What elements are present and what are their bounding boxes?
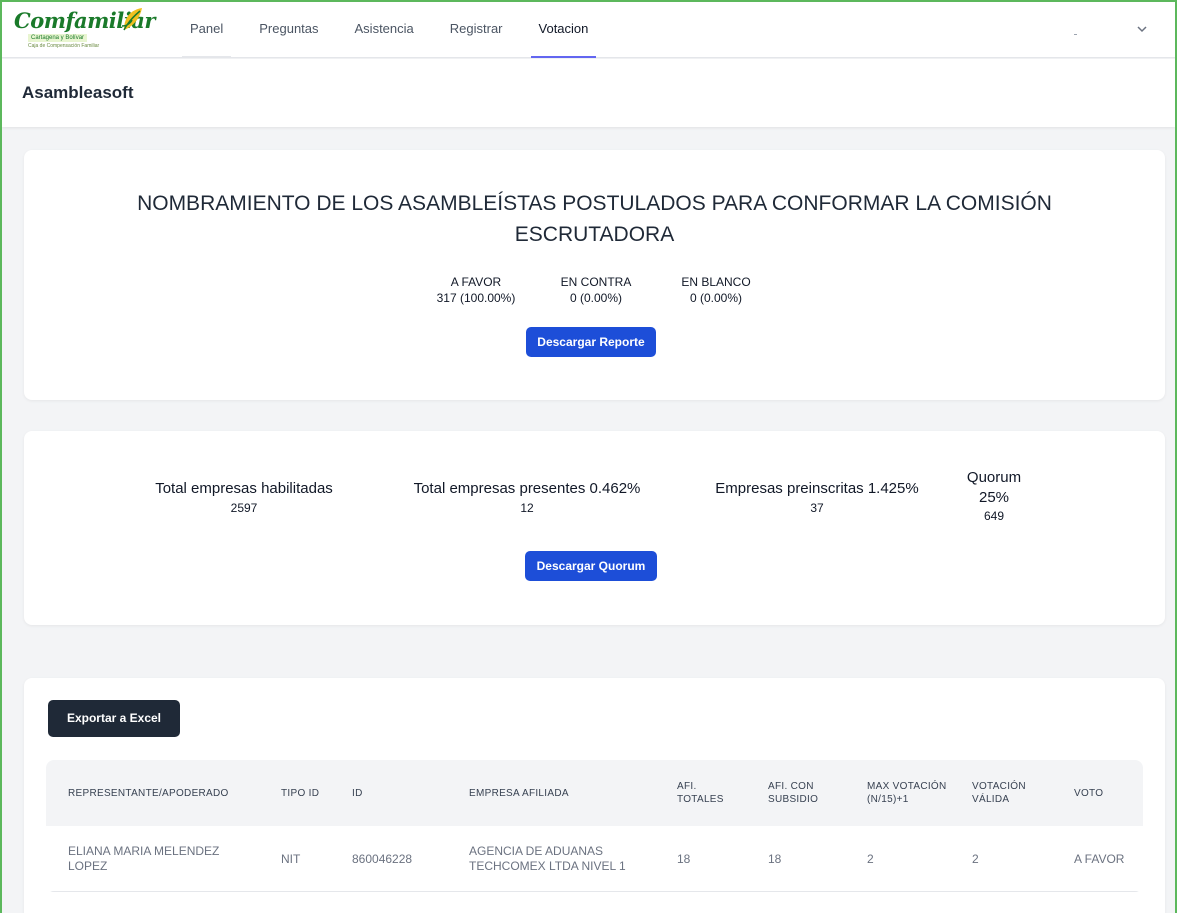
nav-item-label: Asistencia [354, 21, 414, 36]
stat-label: Total empresas habilitadas [155, 480, 333, 497]
nav-item-votacion[interactable]: Votacion [521, 2, 607, 58]
question-title: NOMBRAMIENTO DE LOS ASAMBLEÍSTAS POSTULA… [137, 192, 1052, 246]
nav-active-underline [530, 56, 597, 58]
logo-tagline: Caja de Compensación Familiar [28, 43, 100, 49]
quorum-label: Quorum [966, 469, 1022, 486]
stat-value: 12 [520, 501, 534, 515]
user-menu-placeholder [1074, 34, 1077, 35]
stat-empresas-preinscritas: Empresas preinscritas 1.425% 37 [692, 480, 942, 515]
stat-empresas-habilitadas: Total empresas habilitadas 2597 [134, 480, 354, 515]
download-report-button[interactable]: Descargar Reporte [526, 327, 656, 357]
nav-item-preguntas[interactable]: Preguntas [241, 2, 336, 58]
quorum-percent: 25% [978, 489, 1010, 506]
question-result-card: NOMBRAMIENTO DE LOS ASAMBLEÍSTAS POSTULA… [24, 150, 1165, 400]
result-a-favor: A FAVOR 317 (100.00%) [416, 274, 536, 306]
result-label: EN BLANCO [681, 275, 751, 289]
nav-item-label: Panel [190, 21, 224, 36]
stat-empresas-presentes: Total empresas presentes 0.462% 12 [387, 480, 667, 515]
stat-value: 2597 [230, 501, 258, 515]
chevron-down-icon[interactable] [1135, 22, 1149, 36]
cell-id: 860046228 [352, 851, 413, 866]
export-excel-button[interactable]: Exportar a Excel [48, 700, 180, 737]
quorum-card: Total empresas habilitadas 2597 Total em… [24, 431, 1165, 625]
nav-links: Panel Preguntas Asistencia Registrar Vot… [172, 2, 606, 58]
page-title: Asambleasoft [22, 83, 134, 102]
nav-item-label: Preguntas [259, 21, 319, 36]
column-header: REPRESENTANTE/APODERADO [68, 787, 229, 799]
nav-item-label: Registrar [449, 21, 503, 36]
nav-underline [182, 56, 232, 58]
stat-label: Empresas preinscritas 1.425% [715, 480, 919, 497]
column-header: VOTACIÓN VÁLIDA [972, 781, 1026, 805]
votes-table: REPRESENTANTE/APODERADO TIPO ID ID EMPRE… [46, 760, 1143, 892]
column-header: ID [352, 787, 363, 799]
cell-afi-totales: 18 [677, 851, 691, 866]
cell-max-votacion: 2 [867, 851, 874, 866]
column-header: EMPRESA AFILIADA [469, 787, 569, 799]
nav-item-panel[interactable]: Panel [172, 2, 241, 58]
download-quorum-button[interactable]: Descargar Quorum [525, 551, 657, 581]
nav-item-asistencia[interactable]: Asistencia [337, 2, 432, 58]
logo-subtitle: Cartagena y Bolívar [28, 34, 88, 42]
cell-voto: A FAVOR [1074, 851, 1125, 866]
cell-votacion-valida: 2 [972, 851, 979, 866]
column-header: AFI. CON SUBSIDIO [768, 781, 819, 805]
cell-tipo-id: NIT [281, 851, 301, 866]
column-header: MAX VOTACIÓN (N/15)+1 [867, 781, 947, 805]
column-header: TIPO ID [281, 787, 320, 799]
stat-value: 37 [810, 501, 824, 515]
app-frame: Comfamiliar Cartagena y Bolívar Caja de … [0, 0, 1177, 913]
stat-quorum: Quorum 25% 649 [954, 469, 1034, 523]
result-label: A FAVOR [450, 275, 502, 289]
quorum-value: 649 [983, 509, 1005, 523]
table-row[interactable]: ELIANA MARIA MELENDEZ LOPEZ NIT 86004622… [46, 826, 1143, 892]
result-value: 0 (0.00%) [569, 291, 623, 305]
votes-table-card: Exportar a Excel REPRESENTANTE/APODERADO… [24, 678, 1165, 913]
table-header: REPRESENTANTE/APODERADO TIPO ID ID EMPRE… [46, 760, 1143, 826]
top-nav: Comfamiliar Cartagena y Bolívar Caja de … [2, 2, 1175, 58]
nav-item-label: Votacion [538, 21, 589, 36]
result-value: 317 (100.00%) [436, 291, 516, 305]
result-en-contra: EN CONTRA 0 (0.00%) [546, 274, 646, 306]
result-value: 0 (0.00%) [689, 291, 743, 305]
column-header: VOTO [1074, 787, 1104, 799]
brand-logo[interactable]: Comfamiliar Cartagena y Bolívar Caja de … [14, 6, 155, 52]
result-en-blanco: EN BLANCO 0 (0.00%) [666, 274, 766, 306]
cell-representante: ELIANA MARIA MELENDEZ LOPEZ [68, 844, 220, 873]
stat-label: Total empresas presentes 0.462% [413, 480, 641, 497]
nav-item-registrar[interactable]: Registrar [432, 2, 521, 58]
leaf-icon [121, 8, 142, 31]
result-label: EN CONTRA [560, 275, 632, 289]
column-header: AFI. TOTALES [677, 781, 724, 805]
page-header: Asambleasoft [2, 59, 1175, 127]
cell-afi-subsidio: 18 [768, 851, 782, 866]
cell-empresa: AGENCIA DE ADUANAS TECHCOMEX LTDA NIVEL … [469, 844, 626, 873]
